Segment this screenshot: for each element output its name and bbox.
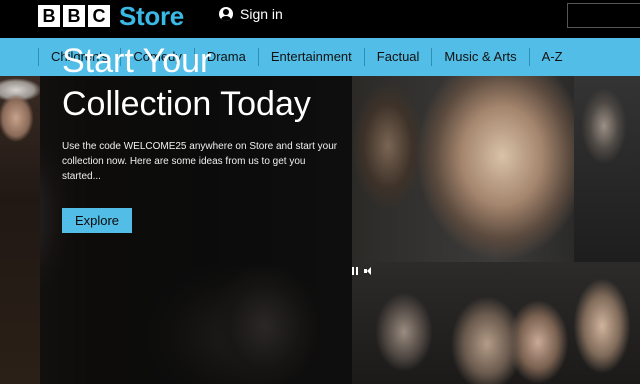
logo-store-text: Store — [119, 1, 184, 31]
user-icon — [219, 7, 233, 21]
search-input[interactable] — [567, 3, 640, 28]
video-controls — [352, 267, 372, 275]
nav-item-a-z[interactable]: A-Z — [528, 48, 575, 66]
signin-link[interactable]: Sign in — [219, 6, 283, 22]
actor-portrait-image — [0, 76, 40, 384]
bbc-store-logo[interactable]: B B C Store — [38, 3, 184, 29]
hero-title-line2: Collection Today — [62, 85, 311, 123]
explore-button[interactable]: Explore — [62, 208, 132, 233]
top-bar: B B C Store Sign in — [0, 0, 640, 38]
nav-item-factual[interactable]: Factual — [363, 48, 432, 66]
nav-item-music-arts[interactable]: Music & Arts — [431, 48, 528, 66]
hero-cast-image — [352, 262, 640, 384]
signin-label: Sign in — [240, 6, 283, 22]
pause-icon[interactable] — [352, 267, 358, 275]
logo-letter-b1: B — [38, 5, 60, 27]
hero-title-line1: Start Your — [62, 42, 212, 80]
logo-letter-c: C — [88, 5, 110, 27]
hero-body-text: Use the code WELCOME25 anywhere on Store… — [62, 141, 338, 182]
logo-letter-b2: B — [63, 5, 85, 27]
hero-side-image — [574, 76, 640, 266]
volume-icon[interactable] — [364, 267, 372, 275]
hero-title: Start Your Collection Today — [62, 40, 352, 126]
